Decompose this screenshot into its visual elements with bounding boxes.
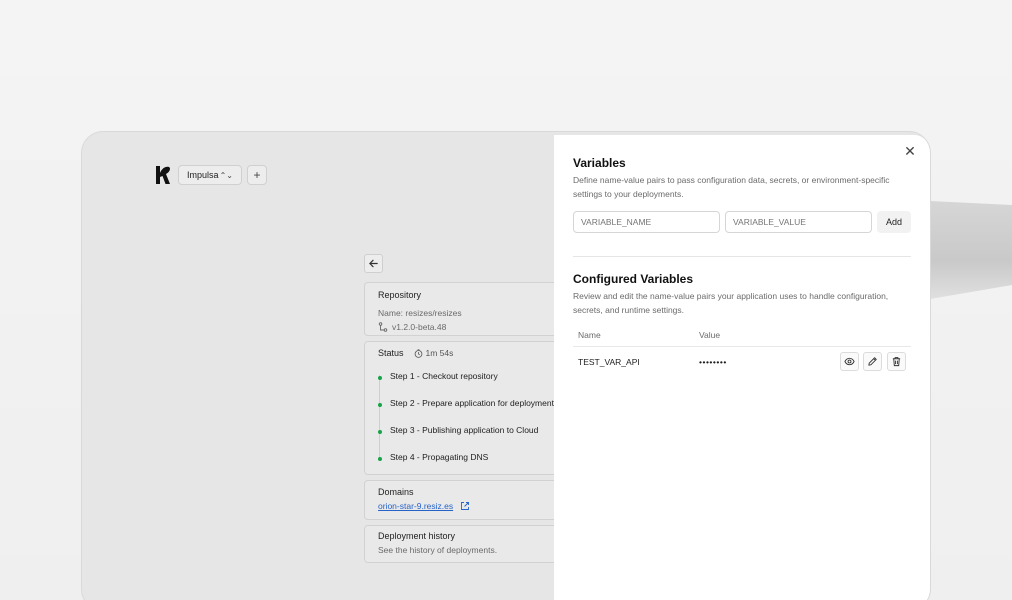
chevron-updown-icon: ⌃⌄ — [219, 170, 233, 180]
repository-name: Name: resizes/resizes — [378, 308, 462, 318]
step-done-indicator — [377, 403, 382, 407]
eye-icon — [844, 357, 855, 366]
step-done-indicator — [377, 457, 382, 461]
repository-title: Repository — [378, 290, 422, 300]
domain-link[interactable]: orion-star-9.resiz.es — [378, 501, 453, 511]
external-link-icon[interactable] — [460, 501, 470, 511]
column-header-name: Name — [578, 330, 601, 340]
variables-panel: ✕ Variables Define name-value pairs to p… — [554, 135, 930, 600]
arrow-left-icon — [369, 259, 378, 268]
app-window: Impulsa ⌃⌄ + Repository Name: resizes/re… — [81, 131, 931, 600]
status-card: Status 1m 54s Step 1 - Checkout reposito… — [364, 341, 574, 475]
variables-title: Variables — [573, 156, 626, 170]
branch-icon — [378, 322, 388, 332]
back-button[interactable] — [364, 254, 383, 273]
project-name: Impulsa — [187, 170, 219, 180]
pencil-icon — [868, 357, 877, 366]
domains-title: Domains — [378, 487, 414, 497]
table-header-divider — [573, 346, 911, 347]
variable-value-input[interactable] — [725, 211, 872, 233]
history-title: Deployment history — [378, 531, 456, 541]
step-item: Step 4 - Propagating DNS — [377, 450, 560, 477]
step-item: Step 2 - Prepare application for deploym… — [377, 396, 560, 423]
close-icon[interactable]: ✕ — [904, 144, 916, 158]
delete-variable-button[interactable] — [887, 352, 906, 371]
step-item: Step 1 - Checkout repository — [377, 369, 560, 396]
column-header-value: Value — [699, 330, 721, 340]
variable-name-input[interactable] — [573, 211, 720, 233]
domains-card: Domains orion-star-9.resiz.es — [364, 480, 574, 520]
steps-list: Step 1 - Checkout repository Step 2 - Pr… — [377, 369, 560, 477]
edit-variable-button[interactable] — [863, 352, 882, 371]
status-title: Status — [378, 348, 404, 358]
project-selector[interactable]: Impulsa ⌃⌄ — [178, 165, 242, 185]
trash-icon — [892, 357, 901, 367]
background-decoration — [930, 201, 1012, 299]
step-label: Step 2 - Prepare application for deploym… — [390, 398, 554, 408]
status-duration: 1m 54s — [425, 348, 454, 358]
history-description: See the history of deployments. — [378, 545, 498, 555]
repository-card: Repository Name: resizes/resizes v1.2.0-… — [364, 282, 574, 336]
variable-value-cell: •••••••• — [699, 357, 727, 367]
step-done-indicator — [377, 430, 382, 434]
variables-description: Define name-value pairs to pass configur… — [573, 175, 890, 199]
step-item: Step 3 - Publishing application to Cloud — [377, 423, 560, 450]
add-project-button[interactable]: + — [247, 165, 267, 185]
configured-variables-title: Configured Variables — [573, 272, 694, 286]
logo-icon — [156, 166, 170, 184]
step-label: Step 4 - Propagating DNS — [390, 452, 489, 462]
deployment-history-card[interactable]: Deployment history See the history of de… — [364, 525, 574, 563]
reveal-value-button[interactable] — [840, 352, 859, 371]
timer-icon — [414, 348, 422, 358]
step-label: Step 1 - Checkout repository — [390, 371, 498, 381]
divider — [573, 256, 911, 257]
step-label: Step 3 - Publishing application to Cloud — [390, 425, 539, 435]
configured-variables-description: Review and edit the name-value pairs you… — [573, 291, 889, 315]
repository-version: v1.2.0-beta.48 — [392, 322, 447, 332]
add-variable-button[interactable]: Add — [877, 211, 911, 233]
variable-name-cell: TEST_VAR_API — [578, 357, 640, 367]
step-done-indicator — [377, 376, 382, 380]
